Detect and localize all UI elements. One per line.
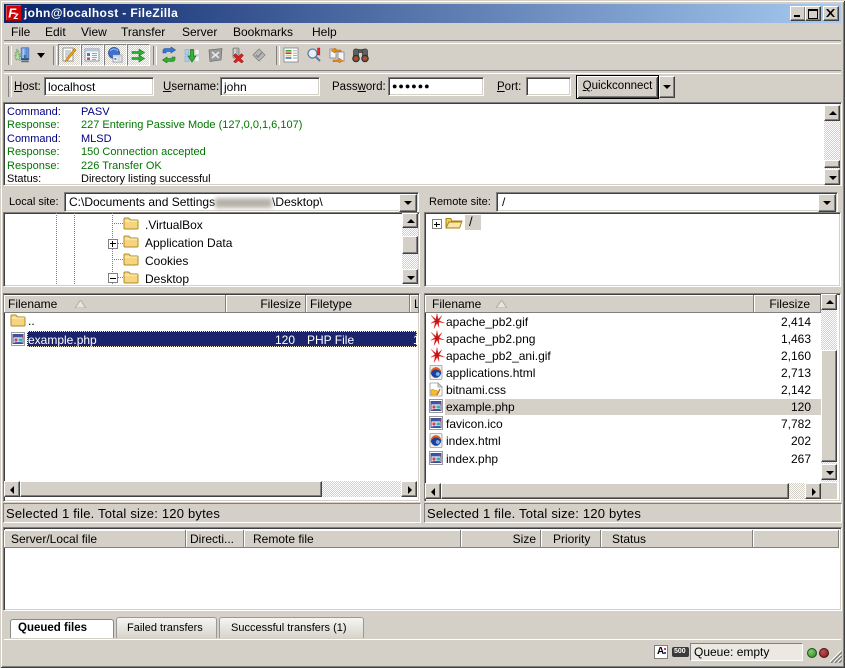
svg-text:z: z <box>13 11 19 21</box>
